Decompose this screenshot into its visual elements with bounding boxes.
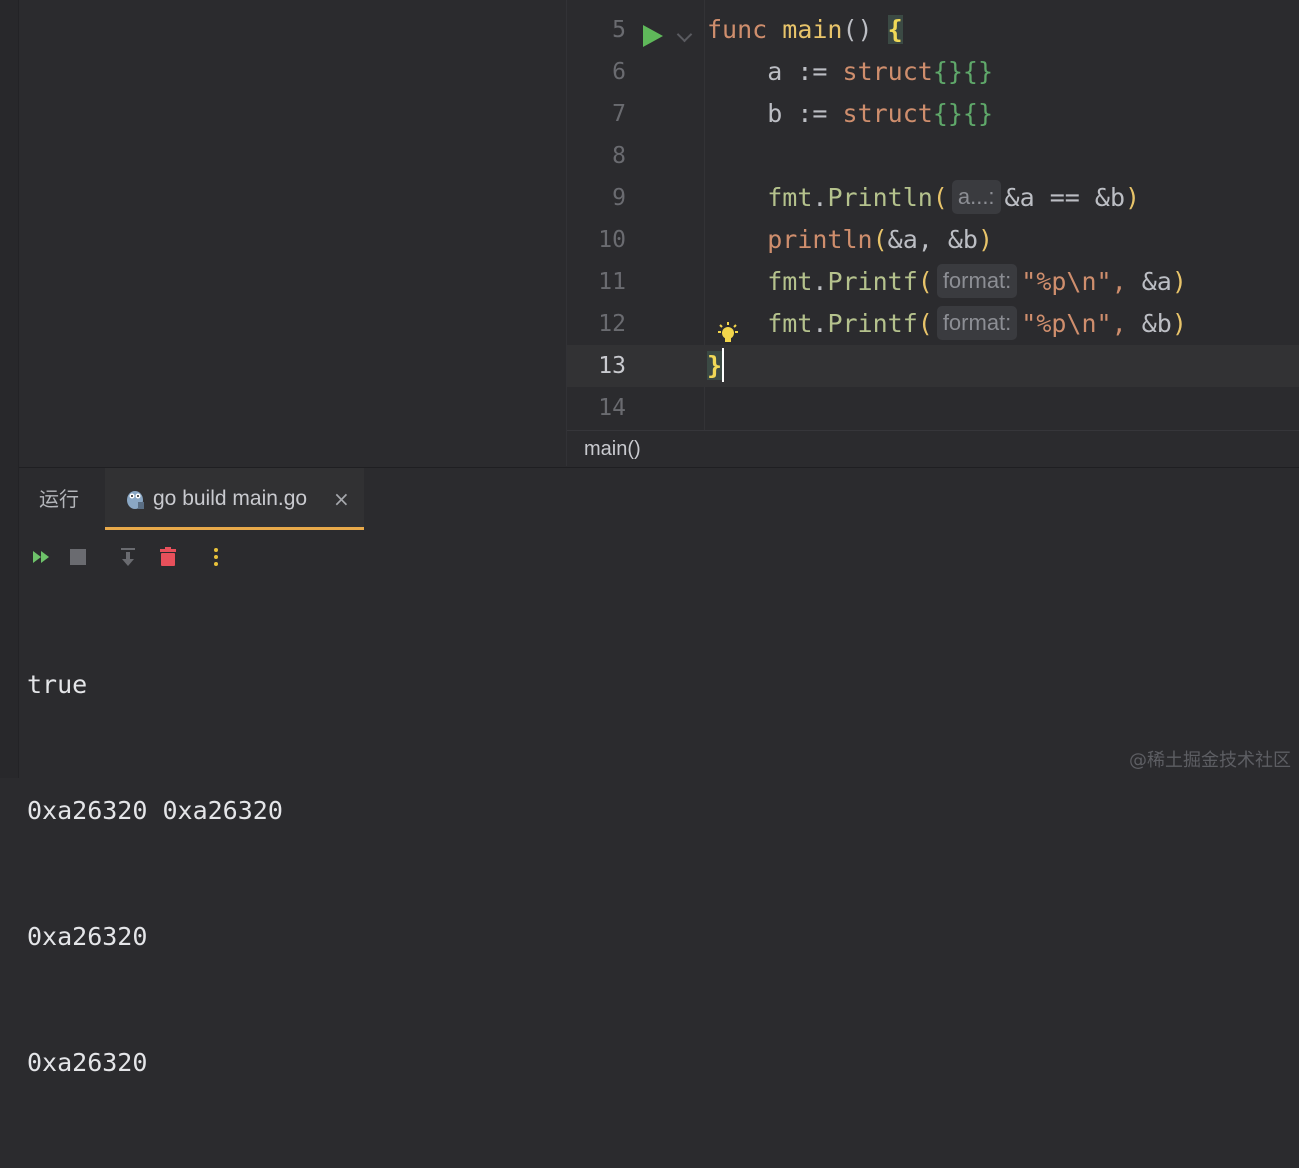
- parens: (): [842, 15, 873, 44]
- function-call: Printf: [827, 309, 918, 338]
- builtin-function: println: [767, 225, 873, 254]
- string-literal: "%p\n": [1021, 267, 1112, 296]
- paren: (: [932, 183, 948, 212]
- console-line: 0xa26320: [27, 1048, 148, 1077]
- line-number: 14: [598, 395, 626, 421]
- run-toolbar: [19, 538, 419, 574]
- line-number: 9: [612, 185, 626, 211]
- rerun-icon[interactable]: [29, 544, 55, 570]
- keyword-func: func: [707, 15, 768, 44]
- go-gopher-icon: [127, 491, 144, 509]
- text-caret: [722, 348, 725, 382]
- line-number: 13: [598, 353, 626, 379]
- expression: &b: [947, 225, 978, 254]
- paren: ): [1171, 267, 1187, 296]
- clear-all-icon[interactable]: [155, 544, 181, 570]
- comma: ,: [917, 225, 933, 254]
- identifier: a: [767, 57, 783, 86]
- package-name: fmt: [767, 309, 813, 338]
- paren: (: [917, 267, 933, 296]
- code-line-current[interactable]: 13 }: [567, 345, 1299, 387]
- tab-go-build[interactable]: go build main.go ×: [105, 468, 364, 530]
- paren: (: [872, 225, 888, 254]
- close-icon[interactable]: ×: [333, 468, 350, 530]
- package-name: fmt: [767, 267, 813, 296]
- expression: &a: [1141, 267, 1172, 296]
- paren: (: [917, 309, 933, 338]
- operator: :=: [797, 57, 828, 86]
- run-tab-bar: 运行 go build main.go ×: [19, 468, 1299, 530]
- expression: &b: [1094, 183, 1125, 212]
- expression: &a: [887, 225, 918, 254]
- more-options-icon[interactable]: [203, 544, 229, 570]
- line-number: 8: [612, 143, 626, 169]
- line-number: 6: [612, 59, 626, 85]
- console-line: 0xa26320: [27, 922, 148, 951]
- project-pane: [19, 0, 567, 466]
- keyword-struct: struct: [842, 99, 933, 128]
- watermark: @稀土掘金技术社区: [1129, 750, 1291, 771]
- string-literal: "%p\n": [1021, 309, 1112, 338]
- console-output[interactable]: true 0xa26320 0xa26320 0xa26320 0xa26320: [27, 580, 283, 1168]
- comma: ,: [1111, 267, 1127, 296]
- parameter-hint: a...:: [951, 180, 1001, 214]
- dot: .: [812, 309, 828, 338]
- dot: .: [812, 267, 828, 296]
- lightbulb-icon[interactable]: [717, 322, 739, 346]
- stop-icon[interactable]: [65, 544, 91, 570]
- expression: &a: [1004, 183, 1035, 212]
- line-number: 11: [598, 269, 626, 295]
- console-line: true: [27, 670, 88, 699]
- code-line[interactable]: 12 fmt.Printf(format: "%p\n", &b): [567, 303, 1299, 345]
- code-editor[interactable]: 5 func main() { 6 a := struct{}{} 7 b :=…: [567, 0, 1299, 466]
- line-number: 7: [612, 101, 626, 127]
- function-call: Println: [827, 183, 933, 212]
- matched-close-brace: }: [707, 351, 723, 380]
- identifier: b: [767, 99, 783, 128]
- left-tool-strip: [0, 0, 19, 778]
- dot: .: [812, 183, 828, 212]
- scroll-to-end-icon[interactable]: [115, 544, 141, 570]
- code-line[interactable]: 7 b := struct{}{}: [567, 93, 1299, 135]
- operator: ==: [1049, 183, 1080, 212]
- fold-chevron-icon[interactable]: [676, 26, 693, 43]
- run-icon[interactable]: [643, 25, 663, 47]
- function-call: Printf: [827, 267, 918, 296]
- parameter-hint: format:: [936, 306, 1018, 340]
- paren: ): [1125, 183, 1141, 212]
- line-number: 5: [612, 17, 626, 43]
- code-line[interactable]: 6 a := struct{}{}: [567, 51, 1299, 93]
- breadcrumb[interactable]: main(): [584, 431, 641, 467]
- line-number: 12: [598, 311, 626, 337]
- code-line[interactable]: 11 fmt.Printf(format: "%p\n", &a): [567, 261, 1299, 303]
- code-line[interactable]: 5 func main() {: [567, 9, 1299, 51]
- run-panel-title: 运行: [39, 487, 79, 511]
- tab-label: go build main.go: [153, 487, 308, 510]
- keyword-struct: struct: [842, 57, 933, 86]
- paren: ): [977, 225, 994, 254]
- package-name: fmt: [767, 183, 813, 212]
- comma: ,: [1111, 309, 1127, 338]
- expression: &b: [1141, 309, 1172, 338]
- parameter-hint: format:: [936, 264, 1018, 298]
- braces: {}{}: [932, 57, 994, 86]
- code-line[interactable]: 9 fmt.Println(a...: &a == &b): [567, 177, 1299, 219]
- breadcrumb-bar: main(): [567, 430, 1299, 467]
- operator: :=: [797, 99, 828, 128]
- matched-open-brace: {: [887, 15, 903, 44]
- braces: {}{}: [932, 99, 994, 128]
- line-number: 10: [598, 227, 626, 253]
- code-line[interactable]: 10 println(&a, &b): [567, 219, 1299, 261]
- code-line[interactable]: 8: [567, 135, 1299, 177]
- console-line: 0xa26320 0xa26320: [27, 796, 283, 825]
- run-tool-window: 运行 go build main.go × true 0xa26320 0xa2…: [19, 467, 1299, 1077]
- function-name: main: [782, 15, 843, 44]
- code-line[interactable]: 14: [567, 387, 1299, 429]
- paren: ): [1171, 309, 1187, 338]
